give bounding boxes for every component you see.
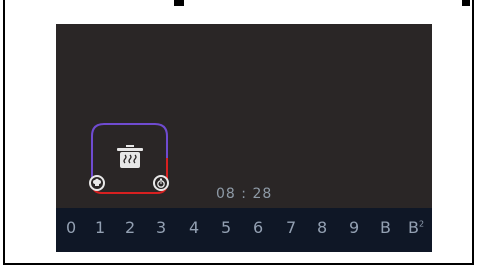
boost-2-label: B	[408, 218, 419, 237]
power-level-bar: 0 1 2 3 4 5 6 7 8 9 B B2	[56, 208, 432, 252]
power-level-3[interactable]: 3	[156, 218, 166, 237]
timer-separator: :	[241, 186, 247, 202]
power-level-6[interactable]: 6	[253, 218, 263, 237]
power-level-boost[interactable]: B	[380, 218, 391, 237]
top-bracket-right	[462, 0, 470, 6]
stopwatch-icon[interactable]	[153, 175, 169, 191]
power-level-4[interactable]: 4	[189, 218, 199, 237]
power-level-9[interactable]: 9	[349, 218, 359, 237]
power-level-0[interactable]: 0	[66, 218, 76, 237]
cooking-zone[interactable]	[89, 122, 169, 194]
pot-steam-icon	[116, 144, 144, 170]
chef-hat-icon[interactable]	[89, 175, 105, 191]
power-level-1[interactable]: 1	[95, 218, 105, 237]
top-bracket-left	[174, 0, 184, 6]
timer-hours: 08	[216, 186, 236, 202]
power-level-8[interactable]: 8	[317, 218, 327, 237]
power-level-7[interactable]: 7	[286, 218, 296, 237]
cooktop-display: 08 : 28 0 1 2 3 4 5 6 7 8 9 B B2	[56, 24, 432, 252]
power-level-2[interactable]: 2	[125, 218, 135, 237]
timer-readout: 08 : 28	[216, 186, 286, 206]
power-level-5[interactable]: 5	[221, 218, 231, 237]
timer-minutes: 28	[252, 186, 273, 202]
power-level-boost-2[interactable]: B2	[408, 218, 424, 237]
boost-2-superscript: 2	[418, 219, 425, 229]
